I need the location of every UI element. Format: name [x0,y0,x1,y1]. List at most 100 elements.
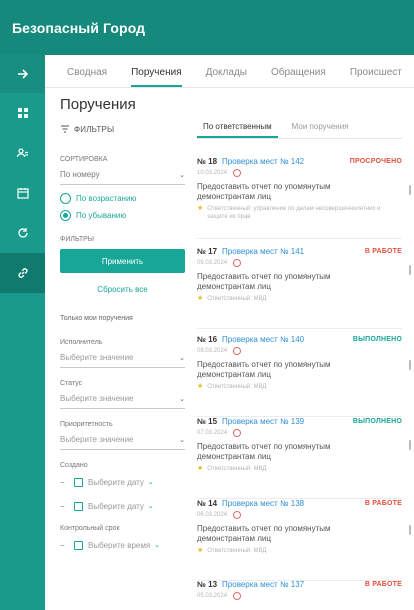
card-date: 07.03.2024 [197,430,228,436]
star-icon: ★ [197,465,204,472]
priority-label: Приоритетность [60,421,113,428]
deadline-label: Контрольный срок [60,525,120,532]
card-meta: Ответственный: МВД [207,548,267,554]
sort-select-value: По номеру [60,170,100,179]
star-icon: ★ [197,547,204,554]
clock-icon [233,347,242,355]
tab-incidents[interactable]: Происшест [350,67,402,87]
calendar-icon [74,477,83,487]
from-marker: − [60,477,65,487]
created-from-placeholder: Выберите дату [88,477,144,487]
page-title: Поручения [60,96,136,113]
tab-appeals[interactable]: Обращения [271,67,326,87]
card-link[interactable]: Проверка мест № 142 [222,157,350,166]
card-date: 09.03.2024 [197,260,228,266]
executor-select[interactable]: Выберите значение ⌄ [60,348,185,368]
tab-reports[interactable]: Доклады [206,67,247,87]
chevron-down-icon: ⌄ [179,354,185,362]
arrow-right-icon [17,69,28,79]
from-marker: − [60,540,65,550]
star-icon: ★ [197,383,204,390]
subtab-my-assignments[interactable]: Мои поручения [286,122,355,138]
link-icon [17,268,28,278]
card-number: № 13 [197,579,218,589]
assignment-card[interactable]: № 18 Проверка мест № 142 ПРОСРОЧЕНО 10.03.… [197,155,402,239]
reset-button[interactable]: Сбросить все [60,279,185,299]
card-link[interactable]: Проверка мест № 139 [222,417,353,426]
sort-select[interactable]: По номеру ⌄ [60,165,185,185]
card-text: Предоставить отчет по упомянутым демонст… [197,272,331,291]
created-label: Создано [60,462,88,469]
chevron-down-icon: ⌄ [147,503,154,510]
tab-summary[interactable]: Сводная [67,67,107,87]
filters-toggle-label: ФИЛЬТРЫ [74,124,115,134]
card-link[interactable]: Проверка мест № 141 [222,247,365,256]
created-to-date[interactable]: − Выберите дату ⌄ [60,497,185,515]
assignment-card[interactable]: № 14 Проверка мест № 138 В РАБОТЕ 06.03.20… [197,497,402,581]
assignment-card[interactable]: № 15 Проверка мест № 139 ВЫПОЛНЕНО 07.03.2… [197,415,402,499]
card-link[interactable]: Проверка мест № 138 [222,499,365,508]
calendar-icon [74,540,83,550]
card-date: 06.03.2024 [197,512,228,518]
filters-section-label: ФИЛЬТРЫ [60,236,94,243]
card-link[interactable]: Проверка мест № 140 [222,335,353,344]
top-tabs: Сводная Поручения Доклады Обращения Прои… [45,55,414,88]
status-badge: ВЫПОЛНЕНО [352,335,402,343]
list-subtabs: По ответственным Мои поручения [197,115,402,139]
priority-select[interactable]: Выберите значение ⌄ [60,430,185,450]
clock-icon [233,259,242,267]
radio-ascending-label: По возрастанию [76,194,137,203]
chevron-down-icon: ⌄ [154,542,161,549]
card-meta: Ответственный: МВД [207,466,267,472]
rail-item-calendar[interactable] [0,173,45,213]
card-meta: Ответственный: управление по делам несов… [207,206,381,220]
dashboard-icon [17,108,28,118]
card-text: Предоставить отчет по упомянутым демонст… [197,360,331,379]
executor-label: Исполнитель [60,339,103,346]
subtab-by-responsible[interactable]: По ответственным [197,122,278,138]
users-icon [16,148,28,158]
tab-assignments[interactable]: Поручения [131,67,182,87]
created-to-placeholder: Выберите дату [88,501,144,511]
deadline-from-placeholder: Выберите время [88,540,151,550]
status-badge: В РАБОТЕ [364,580,402,588]
chevron-down-icon: ⌄ [179,395,185,403]
radio-ascending[interactable]: По возрастанию [60,193,185,204]
star-icon: ★ [197,205,204,212]
card-meta: Ответственный: МВД [207,384,267,390]
rail-item-users[interactable] [0,133,45,173]
rail-item-arrow[interactable] [0,55,45,93]
filter-icon [61,125,69,133]
created-from-date[interactable]: − Выберите дату ⌄ [60,473,185,491]
rail-item-link[interactable] [0,253,45,293]
assignment-card[interactable]: № 16 Проверка мест № 140 ВЫПОЛНЕНО 08.03.2… [197,333,402,417]
card-number: № 17 [197,246,218,256]
clock-icon [233,511,242,519]
rail-item-dashboard[interactable] [0,93,45,133]
status-select[interactable]: Выберите значение ⌄ [60,389,185,409]
assignment-card[interactable]: № 17 Проверка мест № 141 В РАБОТЕ 09.03.20… [197,245,402,329]
chevron-down-icon: ⌄ [147,479,154,486]
radio-descending[interactable]: По убыванию [60,210,185,221]
card-number: № 15 [197,416,218,426]
rail-item-refresh[interactable] [0,213,45,253]
status-badge: ВЫПОЛНЕНО [352,417,402,425]
status-badge: В РАБОТЕ [364,247,402,255]
status-badge: ПРОСРОЧЕНО [349,157,402,165]
deadline-from-date[interactable]: − Выберите время ⌄ [60,536,185,554]
radio-descending-label: По убыванию [76,211,127,220]
apply-button[interactable]: Применить [60,249,185,273]
filters-toggle[interactable]: ФИЛЬТРЫ [60,124,185,134]
only-mine-toggle[interactable]: Только мои поручения [60,315,185,322]
calendar-icon [74,501,83,511]
priority-placeholder: Выберите значение [60,435,134,444]
scroll-marker [409,360,411,370]
assignment-card[interactable]: № 13 Проверка мест № 137 В РАБОТЕ 05.03.20… [197,578,402,608]
card-link[interactable]: Проверка мест № 137 [222,580,365,589]
card-text: Предоставить отчет по упомянутым демонст… [197,182,331,201]
executor-placeholder: Выберите значение [60,353,134,362]
clock-icon [233,592,242,600]
scroll-marker [409,265,411,275]
chevron-down-icon: ⌄ [179,171,185,179]
card-date: 05.03.2024 [197,593,228,599]
